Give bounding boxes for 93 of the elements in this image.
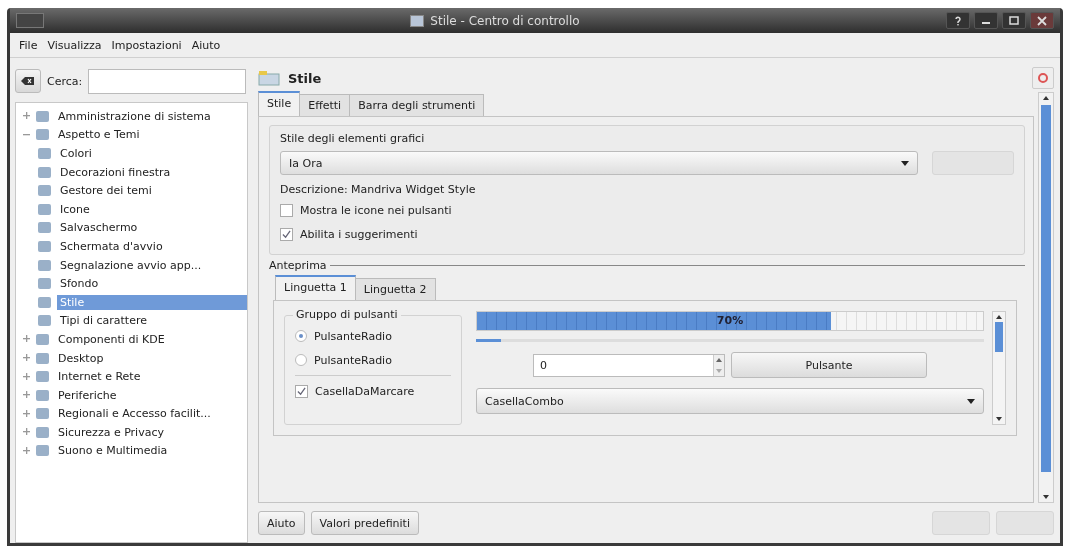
category-icon — [38, 166, 51, 178]
window-title: Stile - Centro di controllo — [430, 13, 580, 28]
category-icon — [36, 129, 49, 141]
group-title: Gruppo di pulsanti — [293, 308, 401, 321]
expand-icon[interactable] — [22, 353, 30, 363]
dropdown-arrow-icon — [967, 398, 975, 404]
tree-item[interactable]: Internet e Rete — [55, 369, 144, 385]
category-icon — [36, 352, 49, 364]
menu-item[interactable]: Visualizza — [42, 36, 107, 54]
tree-item[interactable]: Icone — [57, 201, 93, 217]
page-title: Stile — [288, 70, 322, 86]
window-icon — [410, 14, 425, 27]
tree-item[interactable]: Tipi di carattere — [57, 313, 150, 329]
tree-item[interactable]: Segnalazione avvio app... — [57, 257, 205, 273]
category-icon — [36, 389, 49, 401]
category-icon — [36, 426, 49, 438]
expand-icon[interactable] — [22, 408, 30, 419]
clear-search-icon[interactable] — [15, 69, 41, 93]
radio-label: PulsanteRadio — [314, 353, 392, 367]
progress-reading: 70% — [715, 314, 745, 327]
dropdown-arrow-icon — [901, 160, 909, 166]
footer-button[interactable]: Aiuto — [258, 511, 305, 535]
category-icon — [36, 333, 49, 345]
close-icon[interactable] — [1030, 12, 1054, 29]
tree-item[interactable]: Suono e Multimedia — [55, 443, 171, 459]
category-icon — [38, 185, 51, 197]
category-icon — [38, 203, 51, 215]
help-icon[interactable] — [946, 12, 970, 29]
tree-item[interactable]: Componenti di KDE — [55, 331, 168, 347]
push-button[interactable]: Pulsante — [731, 352, 927, 378]
search-field[interactable] — [88, 68, 246, 94]
category-icon — [38, 259, 51, 271]
tree-item[interactable]: Schermata d'avvio — [57, 238, 166, 254]
expand-icon[interactable] — [22, 334, 30, 345]
tree-item[interactable]: Sicurezza e Privacy — [55, 424, 167, 440]
checkbox-label: Mostra le icone nei pulsanti — [300, 203, 452, 217]
maximize-icon[interactable] — [1002, 12, 1026, 29]
expand-icon[interactable] — [22, 111, 30, 122]
category-icon — [38, 278, 51, 290]
category-icon — [38, 240, 51, 252]
spin-box[interactable]: 0 — [533, 353, 725, 377]
checkbox-label: Abilita i suggerimenti — [300, 227, 418, 241]
tab[interactable]: Stile — [258, 91, 301, 116]
expand-icon[interactable] — [22, 371, 30, 382]
tab[interactable]: Linguetta 2 — [354, 278, 436, 300]
tree-item[interactable]: Salvaschermo — [57, 220, 141, 236]
search-label: Cerca: — [47, 74, 83, 88]
tree-item[interactable]: Colori — [57, 146, 95, 161]
minimize-icon[interactable] — [974, 12, 998, 29]
window-menu-icon[interactable] — [16, 13, 44, 28]
category-icon — [36, 110, 49, 122]
tree-item[interactable]: Aspetto e Temi — [55, 127, 143, 143]
category-icon — [36, 371, 49, 383]
checkbox[interactable] — [280, 227, 293, 241]
scrollbar[interactable] — [992, 311, 1006, 425]
category-icon — [38, 296, 51, 308]
tree-item[interactable]: Decorazioni finestra — [57, 164, 174, 180]
category-icon — [38, 148, 51, 159]
scrollbar[interactable] — [1038, 92, 1054, 503]
expand-icon[interactable] — [22, 427, 30, 438]
menu-item[interactable]: Aiuto — [186, 36, 226, 54]
category-icon — [36, 408, 49, 420]
menu-item[interactable]: Impostazioni — [106, 36, 187, 54]
tab[interactable]: Linguetta 1 — [275, 275, 356, 300]
category-icon — [38, 315, 51, 327]
folder-icon — [258, 70, 280, 86]
tree-item[interactable]: Desktop — [55, 350, 107, 366]
checkbox[interactable] — [280, 203, 293, 217]
section-title: Anteprima — [269, 259, 327, 272]
expand-icon[interactable] — [22, 446, 30, 456]
category-icon — [38, 222, 51, 234]
expand-icon[interactable] — [22, 390, 30, 401]
combo-box[interactable]: CasellaCombo — [476, 388, 984, 414]
checkbox-label: CasellaDaMarcare — [315, 384, 415, 398]
radio-button[interactable] — [295, 354, 307, 366]
group-title: Stile degli elementi grafici — [280, 132, 426, 145]
scrollbar-thumb[interactable] — [995, 322, 1003, 352]
menu-item[interactable]: File — [14, 36, 43, 54]
tab[interactable]: Effetti — [299, 94, 351, 116]
style-dropdown[interactable]: Ia Ora — [280, 151, 918, 175]
tree-item[interactable]: Amministrazione di sistema — [55, 108, 214, 124]
scrollbar-thumb[interactable] — [1041, 105, 1051, 472]
tree-item[interactable]: Sfondo — [57, 276, 102, 292]
style-description: Descrizione: Mandriva Widget Style — [280, 183, 477, 196]
tab[interactable]: Barra degli strumenti — [349, 94, 485, 116]
tree-item[interactable]: Regionali e Accesso facilit... — [55, 406, 214, 422]
tree-item[interactable]: Periferiche — [55, 387, 120, 403]
category-icon — [36, 445, 49, 457]
tree-item[interactable]: Gestore dei temi — [57, 183, 155, 199]
radio-button[interactable] — [295, 330, 307, 342]
radio-label: PulsanteRadio — [314, 329, 392, 343]
footer-button[interactable]: Valori predefiniti — [310, 511, 419, 535]
checkbox[interactable] — [295, 384, 308, 398]
